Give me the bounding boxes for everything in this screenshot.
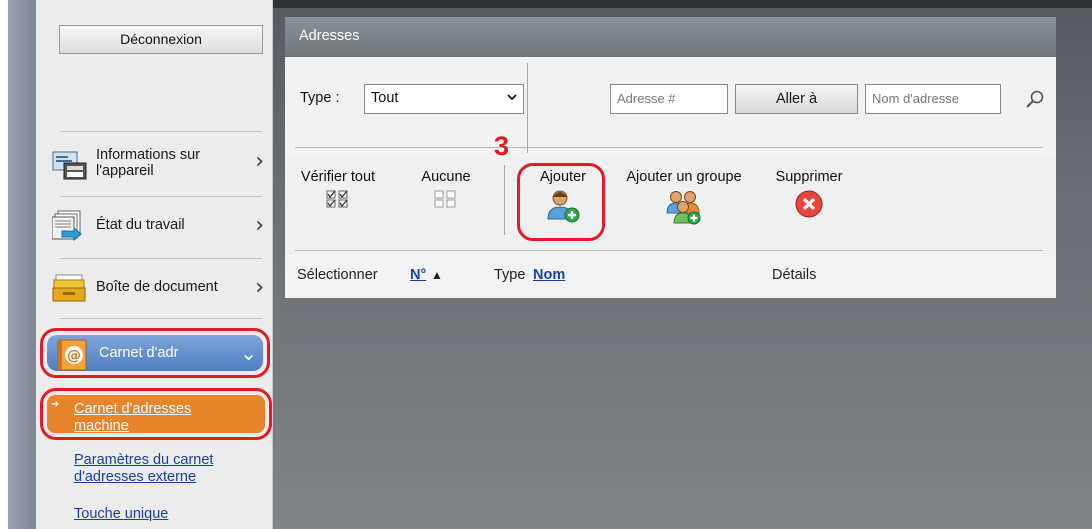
type-select[interactable]: Tout (364, 84, 524, 114)
sidebar-item-label: État du travail (96, 217, 185, 233)
goto-button[interactable]: Aller à (735, 84, 858, 114)
main-top-bar (273, 0, 1092, 8)
toolbar-row: Vérifier tout Aucune Ajouter Ajouter un … (285, 157, 1056, 251)
check-all-button[interactable]: Vérifier tout (299, 169, 377, 213)
chevron-down-icon (507, 94, 517, 101)
device-info-icon (52, 151, 87, 180)
type-select-value: Tout (371, 90, 399, 106)
toolbar-divider (504, 165, 505, 235)
uncheck-all-button[interactable]: Aucune (413, 169, 479, 213)
uncheck-all-label: Aucune (421, 169, 471, 185)
chevron-right-icon: › (255, 149, 264, 174)
sidebar-item-address-book[interactable]: @ Carnet d'adr ⌄ (40, 328, 270, 378)
subitem-link[interactable]: Carnet d'adresses machine (74, 401, 244, 435)
sidebar-subitem-one-touch-key[interactable]: Touche unique (74, 506, 168, 523)
sidebar-divider (60, 131, 262, 132)
address-number-input[interactable]: Adresse # (610, 84, 728, 114)
column-details: Détails (772, 267, 817, 283)
row-divider (295, 250, 1043, 251)
sidebar-item-label: Carnet d'adr (99, 345, 179, 361)
address-name-input[interactable]: Nom d'adresse (865, 84, 1001, 114)
sidebar-divider (60, 258, 262, 259)
chevron-right-icon: › (255, 213, 264, 238)
sort-ascending-icon: ▲ (431, 268, 443, 282)
panel-title: Adresses (299, 28, 360, 44)
delete-icon (795, 190, 823, 218)
row-divider (295, 147, 1043, 148)
column-number[interactable]: N° (410, 267, 426, 283)
delete-label: Supprimer (775, 169, 843, 185)
sidebar-item-label: Informations sur l'appareil (96, 147, 200, 179)
sidebar-item-label: Boîte de document (96, 279, 218, 295)
address-book-icon: @ (57, 339, 87, 371)
addresses-panel: Adresses Type : Tout Adresse # Aller à N… (285, 17, 1056, 298)
column-select: Sélectionner (297, 267, 378, 283)
check-all-label: Vérifier tout (300, 169, 376, 185)
filter-row: Type : Tout Adresse # Aller à Nom d'adre… (285, 57, 1056, 157)
job-status-icon (52, 210, 82, 241)
panel-header: Adresses (285, 17, 1056, 57)
check-all-icon (326, 190, 348, 208)
logout-button[interactable]: Déconnexion (59, 25, 263, 54)
table-header-row: Sélectionner N° ▲ Type Nom Détails (285, 255, 1056, 298)
svg-text:@: @ (67, 348, 81, 364)
add-group-icon (666, 191, 701, 225)
add-group-label: Ajouter un groupe (626, 169, 742, 185)
delete-button[interactable]: Supprimer (769, 169, 849, 223)
sidebar-divider (60, 196, 262, 197)
selected-subitem-background: ➜ Carnet d'adresses machine (47, 395, 265, 435)
uncheck-all-icon (434, 190, 456, 208)
window-left-bar (8, 0, 36, 529)
filter-divider (527, 63, 528, 153)
type-label: Type : (300, 90, 340, 106)
sidebar-item-device-info[interactable]: Informations sur l'appareil › (44, 141, 270, 189)
chevron-right-icon: › (255, 275, 264, 300)
sidebar-subitem-machine-address-book[interactable]: ➜ Carnet d'adresses machine (40, 388, 272, 440)
column-type: Type (494, 267, 526, 283)
sidebar-item-job-status[interactable]: État du travail › (44, 201, 270, 249)
sidebar-subitem-external-address-book[interactable]: Paramètres du carnet d'adresses externe (74, 452, 254, 486)
sidebar-item-document-box[interactable]: Boîte de document › (44, 263, 270, 311)
browser-frame: Déconnexion Informations sur l'appareil … (0, 0, 1092, 529)
document-box-icon (52, 274, 86, 302)
step-badge-3: 3 (494, 131, 510, 161)
search-icon[interactable] (1025, 89, 1045, 109)
selected-arrow-icon: ➜ (51, 399, 60, 410)
sidebar-divider (60, 318, 262, 319)
add-group-button[interactable]: Ajouter un groupe (613, 169, 755, 229)
column-name[interactable]: Nom (533, 267, 565, 283)
chevron-down-icon: ⌄ (240, 341, 257, 365)
address-book-group-header: @ Carnet d'adr ⌄ (47, 335, 263, 371)
add-button-highlight (517, 163, 605, 241)
